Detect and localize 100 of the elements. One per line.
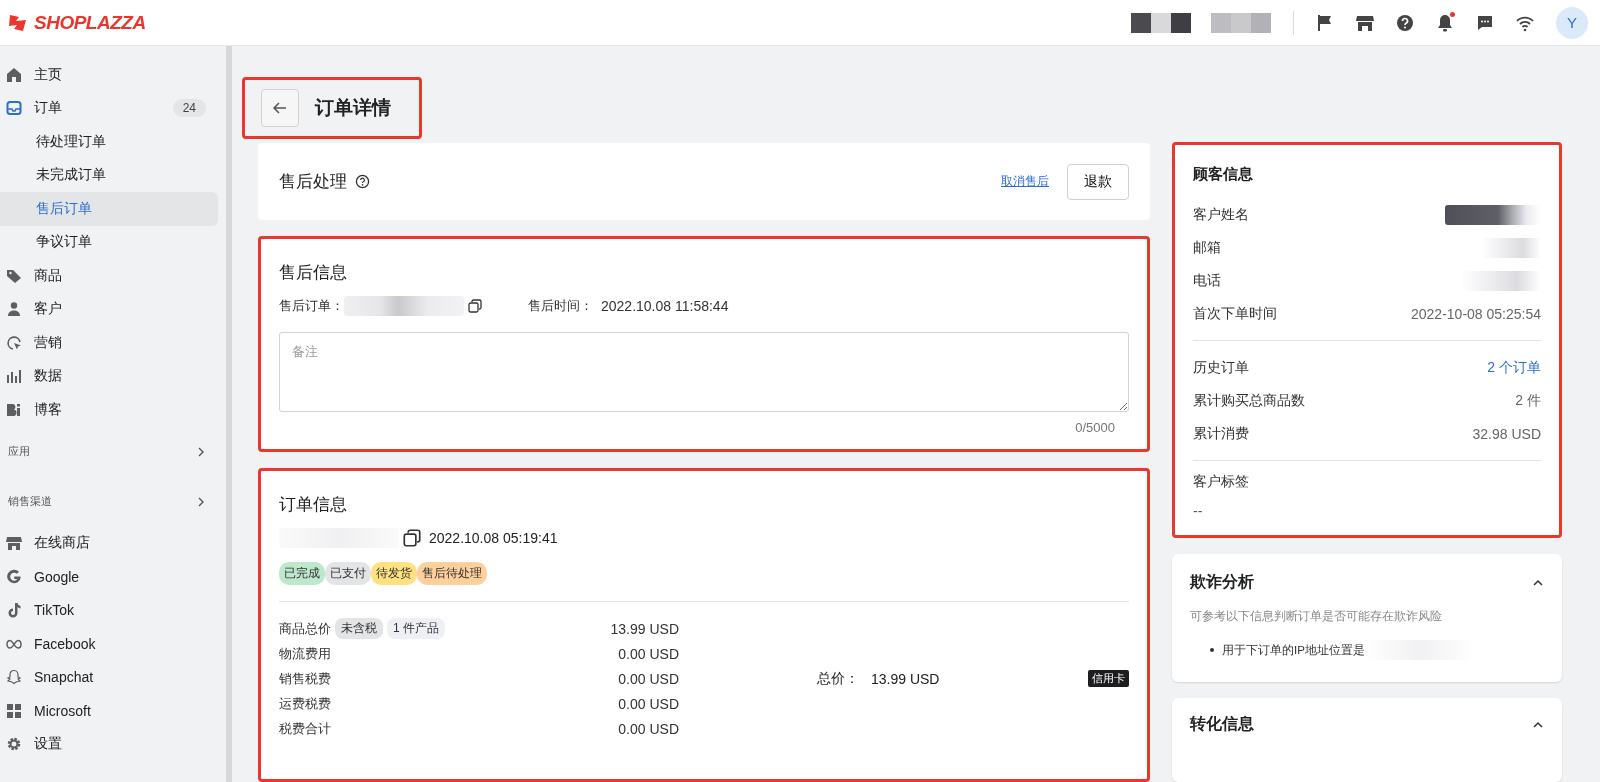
status-tag: 待发货 <box>371 562 417 585</box>
info-tag: 未含税 <box>335 618 383 639</box>
logo-text[interactable]: SHOPLAZZA <box>34 11 146 34</box>
order-history-link[interactable]: 2 个订单 <box>1487 358 1541 377</box>
settings-icon <box>6 736 22 753</box>
page-title: 订单详情 <box>315 96 391 120</box>
sidebar-item[interactable]: 客户 <box>0 292 218 326</box>
field-label: 客户姓名 <box>1193 205 1249 224</box>
amount-label: 运费税费 <box>279 694 331 713</box>
bar-chart-icon <box>6 368 22 385</box>
sidebar-item[interactable]: TikTok <box>0 593 218 627</box>
sidebar-item[interactable]: 设置 <box>0 727 218 761</box>
field-label: 累计购买总商品数 <box>1193 391 1305 410</box>
person-icon <box>6 301 22 318</box>
amount-value: 0.00 USD <box>618 670 679 687</box>
sidebar-subitem[interactable]: 未完成订单 <box>0 158 218 192</box>
refund-button[interactable]: 退款 <box>1067 163 1129 200</box>
copy-icon[interactable] <box>403 529 421 547</box>
field-value: -- <box>1193 503 1204 519</box>
user-avatar[interactable]: Y <box>1556 6 1588 39</box>
total-value: 13.99 USD <box>871 670 940 687</box>
ghost-icon <box>6 669 22 686</box>
home-icon <box>6 66 22 83</box>
field-value: 32.98 USD <box>1472 425 1541 442</box>
amount-value: 0.00 USD <box>618 645 679 662</box>
sidebar-subitem[interactable]: 售后订单 <box>0 192 218 226</box>
field-value: 2022-10-08 05:25:54 <box>1411 305 1541 322</box>
amount-label: 销售税费 <box>279 669 331 688</box>
store-icon <box>6 535 22 552</box>
status-tag: 已完成 <box>279 562 325 585</box>
sidebar-item[interactable]: 订单 24 <box>0 91 218 125</box>
status-tag: 已支付 <box>325 562 371 585</box>
sidebar-item[interactable]: Facebook <box>0 627 218 661</box>
field-label: 电话 <box>1193 271 1221 290</box>
field-label: 累计消费 <box>1193 424 1249 443</box>
sidebar-item[interactable]: Snapchat <box>0 660 218 694</box>
note-field[interactable]: 备注 <box>279 332 1129 412</box>
amount-label: 商品总价 <box>279 619 331 638</box>
field-label: 客户标签 <box>1193 473 1250 491</box>
bullet-icon <box>1210 648 1214 652</box>
total-label: 总价： <box>817 669 859 688</box>
tiktok-icon <box>6 602 22 619</box>
inbox-icon <box>6 100 22 117</box>
sidebar-subitem[interactable]: 待处理订单 <box>0 125 218 159</box>
bell-icon[interactable] <box>1436 13 1454 32</box>
card-title: 欺诈分析 <box>1190 572 1254 592</box>
sidebar-subitem[interactable]: 争议订单 <box>0 225 218 259</box>
sidebar-item[interactable]: 主页 <box>0 58 218 92</box>
sidebar-item[interactable]: 商品 <box>0 259 218 293</box>
copy-icon[interactable] <box>468 299 482 313</box>
card-title: 顾客信息 <box>1193 165 1254 184</box>
blog-icon <box>6 401 22 418</box>
arrow-left-icon <box>272 100 288 116</box>
card-title: 转化信息 <box>1190 714 1254 734</box>
store-icon[interactable] <box>1356 13 1374 32</box>
card-title: 订单信息 <box>279 494 348 516</box>
help-icon[interactable] <box>355 174 370 189</box>
tag-icon <box>6 267 22 284</box>
field-label: 售后订单： <box>279 297 344 315</box>
back-button[interactable] <box>261 89 299 127</box>
field-label: 邮箱 <box>1193 238 1221 257</box>
chevron-right-icon[interactable] <box>196 496 206 507</box>
field-label: 首次下单时间 <box>1193 304 1277 323</box>
order-date: 2022.10.08 05:19:41 <box>429 530 558 546</box>
bullet-text: 用于下订单的IP地址位置是 <box>1222 642 1365 658</box>
info-tag: 1 件产品 <box>387 618 445 639</box>
status-tag: 售后待处理 <box>417 562 487 585</box>
sidebar-item[interactable]: 数据 <box>0 359 218 393</box>
redacted-block <box>1211 12 1271 33</box>
sidebar-item[interactable]: Google <box>0 560 218 594</box>
amount-value: 13.99 USD <box>610 620 679 637</box>
flag-icon[interactable] <box>1316 13 1334 32</box>
card-title: 售后处理 <box>279 171 347 193</box>
redacted-block <box>1131 12 1191 33</box>
amount-value: 0.00 USD <box>618 720 679 737</box>
field-label: 售后时间： <box>528 297 593 315</box>
google-icon <box>6 568 22 585</box>
cursor-icon <box>6 334 22 351</box>
sidebar-item[interactable]: Microsoft <box>0 694 218 728</box>
chat-icon[interactable] <box>1476 13 1494 32</box>
card-title: 售后信息 <box>279 262 348 284</box>
field-value: 2022.10.08 11:58:44 <box>601 298 729 314</box>
sidebar-item[interactable]: 在线商店 <box>0 526 218 560</box>
payment-method-badge: 信用卡 <box>1088 670 1129 687</box>
description-text: 可参考以下信息判断订单是否可能存在欺诈风险 <box>1190 609 1443 624</box>
section-label: 应用 <box>8 444 30 459</box>
sidebar-item[interactable]: 营销 <box>0 326 218 360</box>
amount-label: 物流费用 <box>279 644 331 663</box>
help-icon[interactable] <box>1396 13 1414 32</box>
cancel-aftersale-link[interactable]: 取消售后 <box>1001 173 1049 190</box>
sidebar-item[interactable]: 博客 <box>0 393 218 427</box>
amount-label: 税费合计 <box>279 719 331 738</box>
field-value: 2 件 <box>1515 391 1541 410</box>
character-counter: 0/5000 <box>1074 420 1115 435</box>
chevron-right-icon[interactable] <box>196 446 206 457</box>
amount-value: 0.00 USD <box>618 695 679 712</box>
field-label: 历史订单 <box>1193 358 1249 377</box>
count-badge: 24 <box>172 99 206 118</box>
section-label: 销售渠道 <box>8 494 52 509</box>
grid-icon <box>6 702 22 719</box>
